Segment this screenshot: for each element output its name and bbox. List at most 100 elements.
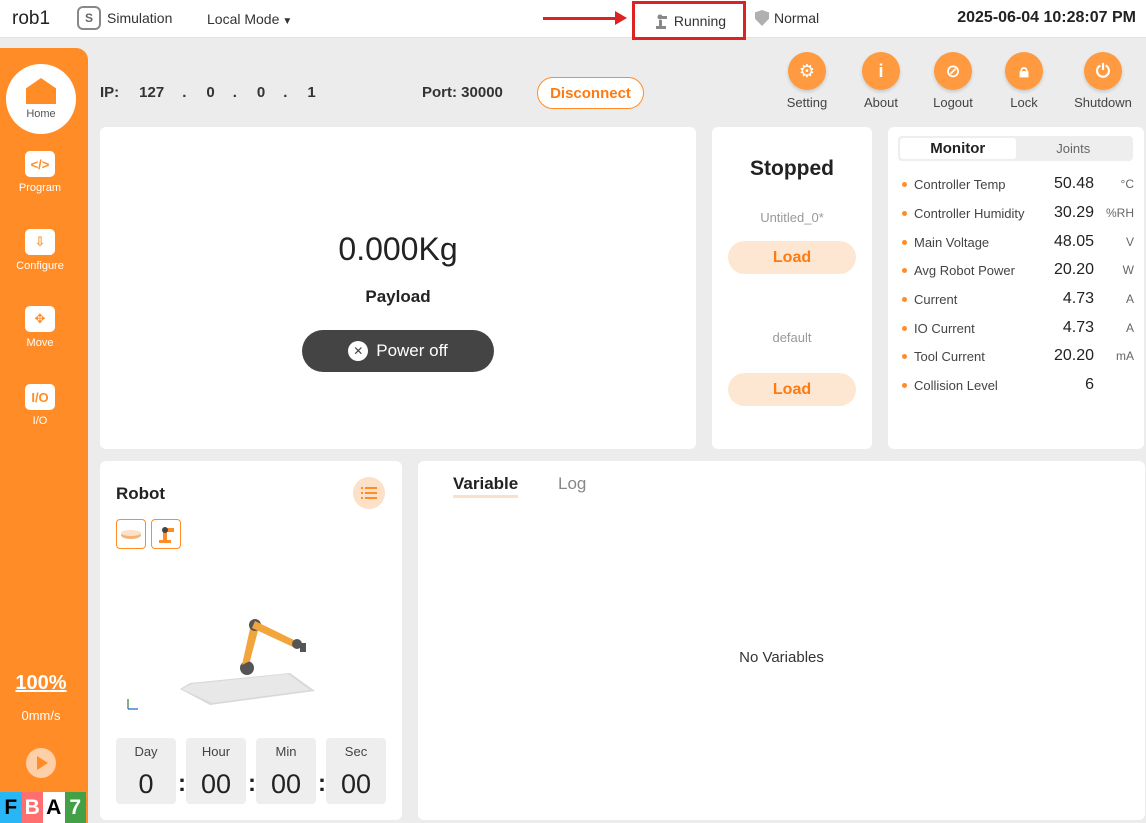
simulation-icon: S [77, 6, 101, 30]
base-view-button[interactable] [116, 519, 146, 549]
tool-label: Lock [1010, 95, 1038, 110]
sidebar-item-label: Configure [16, 260, 64, 272]
timer-separator: : [248, 770, 256, 797]
tab-variable[interactable]: Variable [453, 474, 519, 498]
bullet-icon [902, 296, 907, 302]
timer-value: 0 [138, 769, 154, 799]
simulation-indicator[interactable]: S Simulation [77, 6, 172, 30]
sidebar-item-home[interactable]: Home [6, 64, 76, 134]
tab-monitor[interactable]: Monitor [900, 138, 1016, 159]
tool-label: Setting [786, 95, 828, 110]
load-program-button[interactable]: Load [728, 241, 856, 274]
bullet-icon [902, 267, 907, 273]
safety-status: Normal [755, 10, 819, 26]
bullet-icon [902, 239, 907, 245]
mode-dropdown[interactable]: Local Mode ▼ [207, 11, 292, 27]
logout-button[interactable]: ⊘ Logout [918, 52, 988, 110]
monitor-row: Controller Humidity 30.29 %RH [902, 203, 1134, 223]
monitor-row: Avg Robot Power 20.20 W [902, 260, 1134, 280]
move-icon: ✥ [25, 306, 55, 332]
ip-address: IP: 127 . 0 . 0 . 1 [100, 84, 316, 101]
timer-separator: : [178, 770, 186, 797]
running-label: Running [673, 12, 727, 29]
tab-joints[interactable]: Joints [1016, 138, 1132, 159]
monitor-value: 50.48 [1053, 175, 1094, 192]
power-off-label: Power off [376, 341, 448, 360]
key-badges: F B A 7 [0, 792, 86, 823]
monitor-unit: %RH [1105, 206, 1134, 220]
bullet-icon [902, 325, 907, 331]
tool-label: Shutdown [1074, 95, 1132, 110]
timer-min: Min 00 [256, 738, 316, 804]
about-button[interactable]: i About [846, 52, 916, 110]
timer-label: Sec [344, 744, 368, 759]
play-button[interactable] [26, 748, 56, 778]
sidebar-item-program[interactable]: </> Program [0, 151, 80, 194]
speed-slider-percent[interactable]: 100% [0, 672, 82, 695]
monitor-row: Current 4.73 A [902, 289, 1134, 309]
info-icon: i [862, 52, 900, 90]
mode-label: Local Mode [207, 11, 280, 27]
monitor-label: Main Voltage [914, 234, 990, 250]
monitor-row: Main Voltage 48.05 V [902, 232, 1134, 252]
running-status: Running [632, 1, 746, 40]
bullet-icon [902, 181, 907, 187]
shutdown-button[interactable]: ⏻ Shutdown [1068, 52, 1138, 110]
monitor-label: Avg Robot Power [914, 262, 1015, 278]
payload-label: Payload [365, 287, 431, 306]
app-name: rob1 [12, 8, 51, 29]
load-installation-button[interactable]: Load [728, 373, 856, 406]
sidebar-item-io[interactable]: I/O I/O [0, 384, 80, 427]
monitor-label: Current [914, 291, 958, 307]
lock-button[interactable]: 🔒︎ Lock [989, 52, 1059, 110]
top-bar: rob1 S Simulation Local Mode ▼ Running No… [0, 0, 1146, 40]
monitor-value: 6 [1085, 376, 1094, 393]
sidebar-item-move[interactable]: ✥ Move [0, 306, 80, 349]
monitor-row: Tool Current 20.20 mA [902, 346, 1134, 366]
tool-label: Logout [933, 95, 973, 110]
robot-3d-view[interactable] [120, 611, 330, 721]
datetime: 2025-06-04 10:28:07 PM [957, 9, 1136, 26]
sidebar-item-label: Home [26, 108, 56, 120]
badge-a: A [43, 792, 65, 823]
list-button[interactable] [353, 477, 385, 509]
code-icon: </> [25, 151, 55, 177]
io-icon: I/O [25, 384, 55, 410]
payload-card: 0.000Kg Payload ✕ Power off [100, 127, 696, 449]
monitor-unit: A [1125, 321, 1134, 335]
logout-icon: ⊘ [934, 52, 972, 90]
robot-arm-icon [159, 527, 174, 543]
tool-view-button[interactable] [151, 519, 181, 549]
monitor-value: 48.05 [1053, 233, 1094, 250]
bullet-icon [902, 353, 907, 359]
sidebar: Home </> Program ⇩ Configure ✥ Move I/O … [0, 48, 88, 823]
monitor-label: Controller Temp [914, 176, 1006, 192]
bullet-icon [902, 210, 907, 216]
monitor-row: IO Current 4.73 A [902, 318, 1134, 338]
setting-button[interactable]: ⚙ Setting [772, 52, 842, 110]
sidebar-item-configure[interactable]: ⇩ Configure [0, 229, 80, 272]
lock-icon: 🔒︎ [1005, 52, 1043, 90]
timer-label: Min [275, 744, 297, 759]
ip-part: 1 [307, 84, 316, 101]
power-off-button[interactable]: ✕ Power off [302, 330, 494, 372]
program-card: Stopped Untitled_0* Load default Load [712, 127, 872, 449]
tab-log[interactable]: Log [558, 474, 586, 494]
monitor-label: Collision Level [914, 377, 998, 393]
simulation-label: Simulation [107, 10, 173, 26]
monitor-row: Collision Level 6 [902, 375, 1134, 395]
monitor-unit: V [1125, 235, 1134, 249]
monitor-unit: A [1125, 292, 1134, 306]
timer-hour: Hour 00 [186, 738, 246, 804]
caret-down-icon: ▼ [282, 16, 293, 27]
disconnect-button[interactable]: Disconnect [537, 77, 644, 109]
monitor-value: 20.20 [1053, 347, 1094, 364]
monitor-tabs: Monitor Joints [898, 136, 1133, 161]
monitor-value: 30.29 [1053, 204, 1094, 221]
monitor-label: Controller Humidity [914, 205, 1025, 221]
ip-dot: . [283, 84, 288, 101]
ip-part: 0 [256, 84, 266, 101]
monitor-unit: mA [1116, 349, 1134, 363]
payload-value: 0.000Kg [338, 231, 458, 267]
monitor-value: 4.73 [1062, 319, 1094, 336]
